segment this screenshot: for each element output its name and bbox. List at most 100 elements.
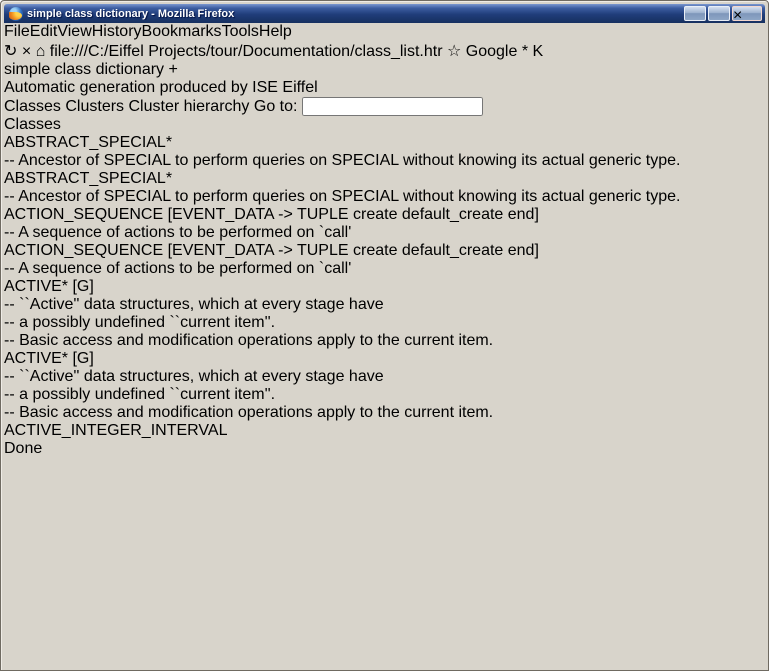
- generic-link[interactable]: TUPLE: [297, 242, 349, 259]
- class-link[interactable]: ACTIVE*: [4, 278, 68, 295]
- keyword-text: ]: [89, 350, 93, 367]
- menu-view[interactable]: View: [57, 23, 91, 40]
- class-link[interactable]: ABSTRACT_SPECIAL*: [4, 134, 172, 151]
- browser-window: simple class dictionary - Mozilla Firefo…: [0, 0, 769, 671]
- k-addon-icon[interactable]: K: [533, 43, 544, 60]
- feature-link[interactable]: default_create: [402, 206, 503, 223]
- generic-link[interactable]: EVENT_DATA: [172, 206, 274, 223]
- class-comment: -- Basic access and modification operati…: [4, 404, 765, 422]
- keyword-text: create: [349, 242, 402, 259]
- menu-tools[interactable]: Tools: [222, 23, 259, 40]
- close-button[interactable]: ×: [732, 6, 762, 21]
- status-bar: Done: [4, 440, 765, 458]
- page-nav: Classes Clusters Cluster hierarchy Go to…: [4, 97, 765, 116]
- comment-text: -- a possibly undefined: [4, 314, 169, 331]
- page: Automatic generation produced by ISE Eif…: [4, 79, 765, 440]
- keyword-text: end]: [503, 206, 539, 223]
- generic-link[interactable]: G: [77, 278, 89, 295]
- comment-text: data structures, which at every stage ha…: [79, 296, 383, 313]
- minimize-button[interactable]: [684, 6, 706, 21]
- title-bar: simple class dictionary - Mozilla Firefo…: [4, 4, 765, 23]
- keyword-text: [: [68, 350, 77, 367]
- comment-text: .: [271, 386, 275, 403]
- comment-text: --: [4, 368, 19, 385]
- keyword-text: create: [349, 206, 402, 223]
- firefox-icon: [9, 7, 23, 21]
- class-comment: -- Ancestor of SPECIAL to perform querie…: [4, 152, 765, 170]
- feature-link[interactable]: default_create: [402, 242, 503, 259]
- clusters-button[interactable]: Clusters: [65, 98, 124, 115]
- class-title: ACTION_SEQUENCE [EVENT_DATA -> TUPLE cre…: [4, 242, 765, 260]
- keyword-text: [: [163, 242, 172, 259]
- code-text: `call': [319, 224, 351, 241]
- class-list: ABSTRACT_SPECIAL*-- Ancestor of SPECIAL …: [4, 134, 765, 440]
- generic-link[interactable]: EVENT_DATA: [172, 242, 274, 259]
- status-text: Done: [4, 440, 42, 457]
- content-area: Automatic generation produced by ISE Eif…: [4, 79, 765, 440]
- menu-help[interactable]: Help: [259, 23, 292, 40]
- code-text: `call': [319, 260, 351, 277]
- addon-icons: * K: [522, 43, 543, 60]
- goto-box: Go to:: [254, 98, 483, 115]
- menu-bookmarks[interactable]: Bookmarks: [142, 23, 222, 40]
- class-link[interactable]: ABSTRACT_SPECIAL*: [4, 170, 172, 187]
- keyword-text: [: [68, 278, 77, 295]
- class-link[interactable]: ACTION_SEQUENCE: [4, 206, 163, 223]
- class-link[interactable]: ACTIVE_INTEGER_INTERVAL: [4, 422, 227, 439]
- stop-button[interactable]: ×: [22, 43, 31, 60]
- new-tab-button[interactable]: +: [169, 61, 178, 78]
- generic-link[interactable]: TUPLE: [297, 206, 349, 223]
- search-box[interactable]: Google: [466, 43, 522, 60]
- antivirus-addon-icon[interactable]: *: [522, 43, 528, 60]
- comment-text: -- A sequence of actions to be performed…: [4, 224, 319, 241]
- goto-label: Go to:: [254, 98, 298, 115]
- class-comment: -- a possibly undefined ``current item''…: [4, 386, 765, 404]
- class-entry: ACTIVE_INTEGER_INTERVAL: [4, 422, 765, 440]
- comment-text: -- Basic access and modification operati…: [4, 404, 493, 421]
- url-field[interactable]: file:///C:/Eiffel Projects/tour/Document…: [50, 43, 443, 60]
- class-comment: -- ``Active'' data structures, which at …: [4, 296, 765, 314]
- class-comment: -- Ancestor of SPECIAL to perform querie…: [4, 188, 765, 206]
- class-entry: ACTIVE* [G]-- ``Active'' data structures…: [4, 278, 765, 350]
- menu-edit[interactable]: Edit: [30, 23, 58, 40]
- maximize-button[interactable]: [708, 6, 730, 21]
- section-title: Classes: [4, 116, 765, 134]
- window-controls: ×: [684, 6, 762, 21]
- search-input[interactable]: Google: [466, 43, 518, 60]
- class-title: ACTIVE_INTEGER_INTERVAL: [4, 422, 765, 440]
- generic-link[interactable]: ->: [274, 206, 297, 223]
- address-bar[interactable]: file:///C:/Eiffel Projects/tour/Document…: [50, 43, 466, 60]
- class-entry: ACTION_SEQUENCE [EVENT_DATA -> TUPLE cre…: [4, 206, 765, 242]
- keyword-text: end]: [503, 242, 539, 259]
- goto-input[interactable]: [302, 97, 483, 116]
- menu-history[interactable]: History: [92, 23, 142, 40]
- menu-file[interactable]: File: [4, 23, 30, 40]
- code-text: ``current item'': [169, 314, 270, 331]
- refresh-button[interactable]: ↻: [4, 43, 17, 60]
- class-comment: -- A sequence of actions to be performed…: [4, 224, 765, 242]
- class-title: ABSTRACT_SPECIAL*: [4, 134, 765, 152]
- class-comment: -- a possibly undefined ``current item''…: [4, 314, 765, 332]
- class-entry: ACTION_SEQUENCE [EVENT_DATA -> TUPLE cre…: [4, 242, 765, 278]
- class-link[interactable]: ACTION_SEQUENCE: [4, 242, 163, 259]
- comment-text: -- A sequence of actions to be performed…: [4, 260, 319, 277]
- tab-label: simple class dictionary: [4, 61, 164, 78]
- tab-simple-class-dictionary[interactable]: simple class dictionary: [4, 61, 169, 78]
- page-title: Automatic generation produced by ISE Eif…: [4, 79, 765, 97]
- class-title: ACTION_SEQUENCE [EVENT_DATA -> TUPLE cre…: [4, 206, 765, 224]
- class-comment: -- A sequence of actions to be performed…: [4, 260, 765, 278]
- home-button[interactable]: ⌂: [36, 43, 46, 60]
- code-text: ``Active'': [19, 296, 79, 313]
- bookmark-star-icon[interactable]: ☆: [447, 43, 461, 60]
- class-link[interactable]: ACTIVE*: [4, 350, 68, 367]
- comment-text: -- Ancestor of SPECIAL to perform querie…: [4, 152, 680, 169]
- class-title: ACTIVE* [G]: [4, 278, 765, 296]
- generic-link[interactable]: ->: [274, 242, 297, 259]
- generic-link[interactable]: G: [77, 350, 89, 367]
- class-entry: ABSTRACT_SPECIAL*-- Ancestor of SPECIAL …: [4, 170, 765, 206]
- code-text: ``current item'': [169, 386, 270, 403]
- cluster-hierarchy-button[interactable]: Cluster hierarchy: [129, 98, 250, 115]
- comment-text: --: [4, 296, 19, 313]
- classes-button[interactable]: Classes: [4, 98, 61, 115]
- code-text: ``Active'': [19, 368, 79, 385]
